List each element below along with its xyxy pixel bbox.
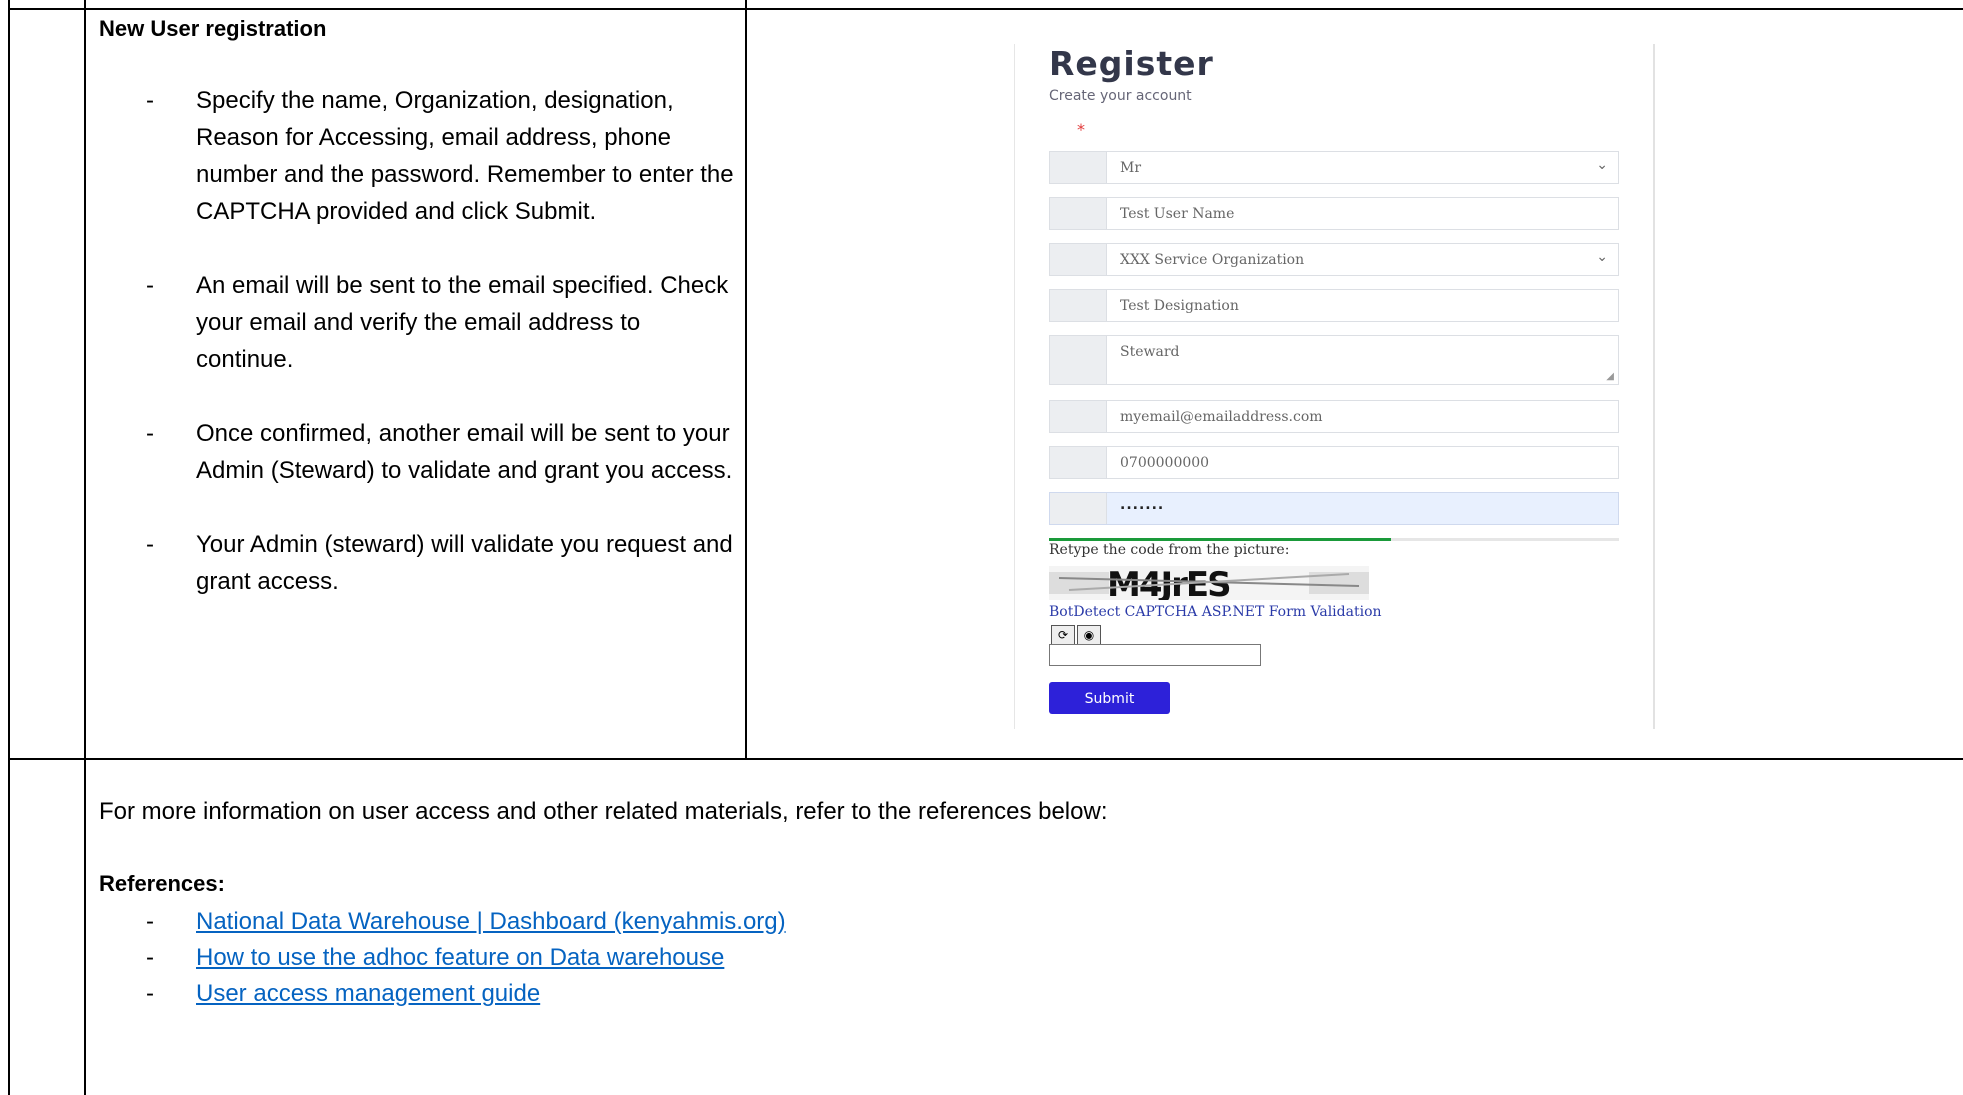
field-addon (1050, 244, 1107, 275)
bullet-dash: - (146, 531, 154, 558)
reference-link-dashboard[interactable]: National Data Warehouse | Dashboard (ken… (196, 908, 786, 935)
password-field[interactable]: ....... (1049, 492, 1619, 525)
instruction-text: Specify the name, Organization, designat… (196, 87, 734, 225)
captcha-label: Retype the code from the picture: (1049, 542, 1290, 558)
captcha-input[interactable] (1049, 644, 1261, 666)
register-title: Register (1049, 44, 1214, 83)
list-item: - How to use the adhoc feature on Data w… (140, 940, 786, 976)
captcha-controls: ⟳ ◉ (1051, 624, 1103, 645)
designation-value: Test Designation (1120, 298, 1239, 314)
captcha-credit: BotDetect CAPTCHA ASP.NET Form Validatio… (1049, 604, 1382, 620)
bullet-dash: - (146, 87, 154, 114)
field-addon (1050, 336, 1107, 384)
list-item: - An email will be sent to the email spe… (140, 267, 740, 378)
submit-button[interactable]: Submit (1049, 682, 1170, 714)
section-title: New User registration (99, 16, 327, 41)
salutation-select[interactable]: Mr ⌄ (1049, 151, 1619, 184)
reference-link-access-guide[interactable]: User access management guide (196, 980, 540, 1007)
organization-select[interactable]: XXX Service Organization ⌄ (1049, 243, 1619, 276)
reason-textarea[interactable]: Steward ◢ (1049, 335, 1619, 385)
list-item: - Specify the name, Organization, design… (140, 82, 740, 230)
email-value: myemail@emailaddress.com (1120, 409, 1323, 425)
password-strength-fill (1049, 538, 1391, 541)
instruction-list: - Specify the name, Organization, design… (140, 82, 740, 637)
organization-value: XXX Service Organization (1120, 252, 1305, 268)
refresh-icon[interactable]: ⟳ (1051, 625, 1075, 645)
captcha-image: M4JrES (1049, 566, 1369, 600)
references-list: - National Data Warehouse | Dashboard (k… (140, 904, 786, 1012)
chevron-down-icon: ⌄ (1596, 249, 1608, 265)
list-item: - National Data Warehouse | Dashboard (k… (140, 904, 786, 940)
reference-link-adhoc[interactable]: How to use the adhoc feature on Data war… (196, 944, 724, 971)
table-row-divider (8, 758, 1963, 760)
register-form-screenshot: Register Create your account * Mr ⌄ Test… (1014, 44, 1655, 729)
bullet-dash: - (146, 980, 154, 1007)
bullet-dash: - (146, 272, 154, 299)
required-mark: * (1077, 120, 1085, 139)
field-addon (1050, 290, 1107, 321)
references-title: References: (99, 871, 225, 896)
table-border-left (8, 0, 10, 1095)
field-addon (1050, 401, 1107, 432)
field-addon (1050, 493, 1107, 524)
list-item: - Your Admin (steward) will validate you… (140, 526, 740, 600)
salutation-value: Mr (1120, 160, 1142, 176)
reason-value: Steward (1120, 344, 1180, 360)
bullet-dash: - (146, 908, 154, 935)
table-border-top (8, 8, 1963, 10)
chevron-down-icon: ⌄ (1596, 157, 1608, 173)
password-mask: ....... (1120, 497, 1165, 513)
field-addon (1050, 152, 1107, 183)
instruction-text: Once confirmed, another email will be se… (196, 420, 733, 484)
document-page: New User registration - Specify the name… (0, 0, 1963, 1095)
table-border-col2 (745, 0, 747, 760)
list-item: - Once confirmed, another email will be … (140, 415, 740, 489)
more-info-text: For more information on user access and … (99, 798, 1108, 825)
name-input[interactable]: Test User Name (1049, 197, 1619, 230)
bullet-dash: - (146, 420, 154, 447)
phone-value: 0700000000 (1120, 455, 1210, 471)
designation-input[interactable]: Test Designation (1049, 289, 1619, 322)
instruction-text: An email will be sent to the email speci… (196, 272, 729, 373)
sound-icon[interactable]: ◉ (1077, 625, 1101, 645)
bullet-dash: - (146, 944, 154, 971)
email-field[interactable]: myemail@emailaddress.com (1049, 400, 1619, 433)
table-border-col1 (84, 0, 86, 1095)
list-item: - User access management guide (140, 976, 786, 1012)
password-strength-bar (1049, 538, 1619, 541)
field-addon (1050, 447, 1107, 478)
resize-grip-icon[interactable]: ◢ (1606, 371, 1614, 382)
phone-field[interactable]: 0700000000 (1049, 446, 1619, 479)
name-value: Test User Name (1120, 206, 1235, 222)
instruction-text: Your Admin (steward) will validate you r… (196, 531, 733, 595)
field-addon (1050, 198, 1107, 229)
register-subtitle: Create your account (1049, 88, 1192, 104)
